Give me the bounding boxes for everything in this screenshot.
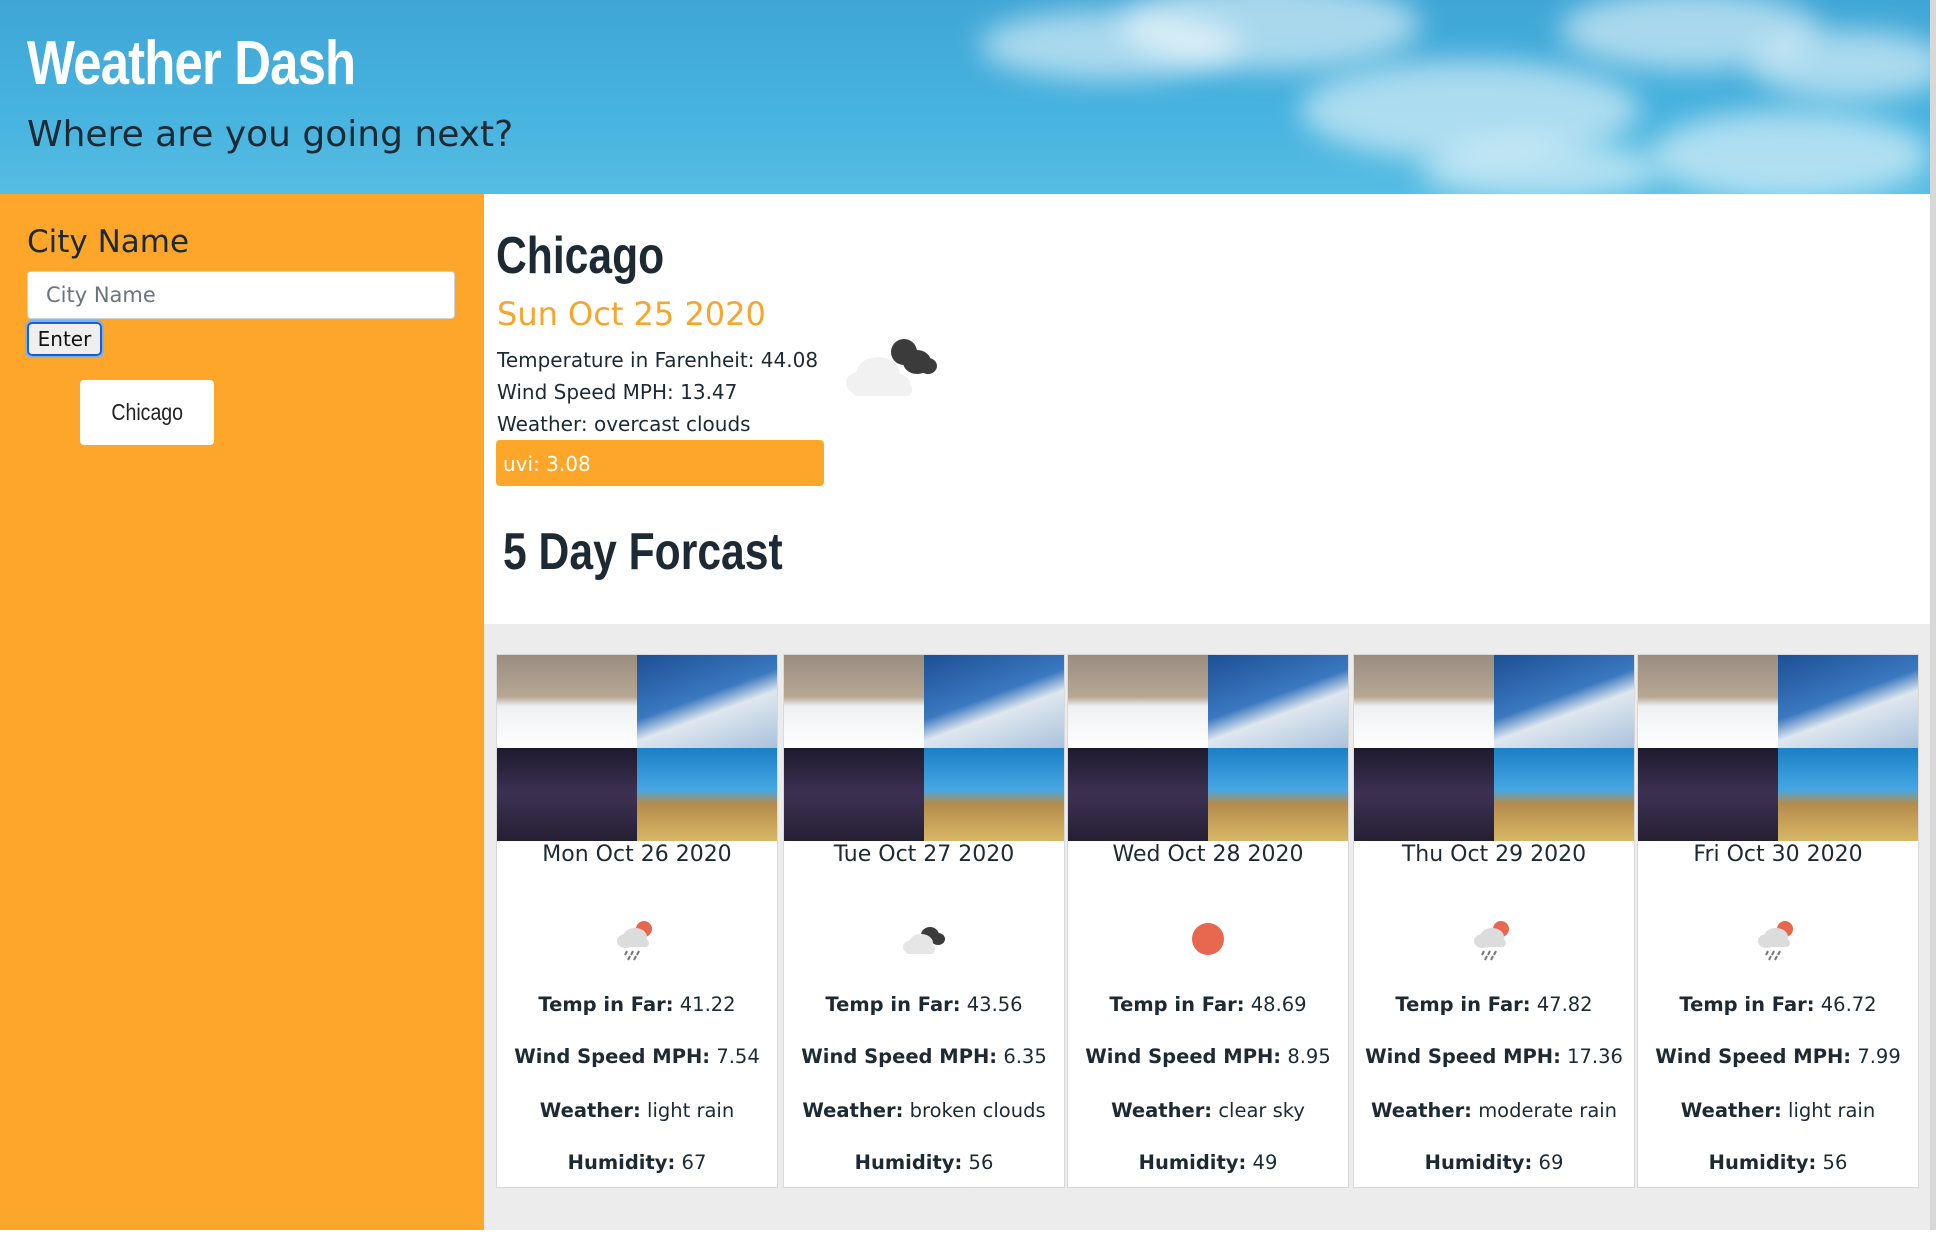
forecast-wind-value: 7.54 — [716, 1045, 760, 1068]
forecast-temp-value: 48.69 — [1250, 993, 1307, 1016]
forecast-temp-label: Temp in Far: — [825, 993, 961, 1016]
forecast-humidity-value: 56 — [1822, 1151, 1848, 1174]
forecast-humidity: Humidity: 67 — [497, 1151, 777, 1174]
forecast-temp-label: Temp in Far: — [1395, 993, 1531, 1016]
weather-collage-image — [1638, 655, 1918, 841]
forecast-humidity: Humidity: 69 — [1354, 1151, 1634, 1174]
forecast-heading: 5 Day Forcast — [503, 523, 783, 581]
forecast-humidity-label: Humidity: — [1708, 1151, 1817, 1174]
forecast-wind: Wind Speed MPH: 8.95 — [1068, 1045, 1348, 1068]
current-temperature: Temperature in Farenheit: 44.08 — [497, 348, 819, 372]
forecast-temp-label: Temp in Far: — [1679, 993, 1815, 1016]
forecast-wind: Wind Speed MPH: 7.54 — [497, 1045, 777, 1068]
app-title: Weather Dash — [27, 29, 356, 98]
forecast-card: Mon Oct 26 2020 Temp in Far: 41.22 Wind … — [496, 654, 778, 1188]
search-history-item-label: Chicago — [111, 399, 183, 425]
weather-collage-image — [1354, 655, 1634, 841]
current-weather-description: Weather: overcast clouds — [497, 412, 751, 436]
forecast-date: Tue Oct 27 2020 — [833, 842, 1015, 867]
forecast-wind: Wind Speed MPH: 7.99 — [1638, 1045, 1918, 1068]
forecast-temp-value: 41.22 — [679, 993, 736, 1016]
rain-icon — [1474, 921, 1509, 961]
current-city-title: Chicago — [496, 227, 665, 285]
forecast-temp: Temp in Far: 48.69 — [1068, 993, 1348, 1016]
current-date: Sun Oct 25 2020 — [497, 295, 766, 333]
forecast-humidity-value: 49 — [1252, 1151, 1278, 1174]
weather-collage-image — [497, 655, 777, 841]
current-wind-speed: Wind Speed MPH: 13.47 — [497, 380, 738, 404]
forecast-weather-label: Weather: — [1680, 1099, 1782, 1122]
rain-icon — [1758, 921, 1793, 961]
forecast-weather-label: Weather: — [1111, 1099, 1213, 1122]
forecast-wind-label: Wind Speed MPH: — [1085, 1045, 1282, 1068]
forecast-weather-value: moderate rain — [1478, 1099, 1618, 1122]
forecast-temp-value: 47.82 — [1536, 993, 1593, 1016]
forecast-temp: Temp in Far: 43.56 — [784, 993, 1064, 1016]
forecast-wind-value: 8.95 — [1287, 1045, 1331, 1068]
forecast-temp-label: Temp in Far: — [1109, 993, 1245, 1016]
overcast-clouds-icon — [846, 339, 937, 396]
forecast-wind-value: 17.36 — [1567, 1045, 1623, 1068]
forecast-humidity: Humidity: 49 — [1068, 1151, 1348, 1174]
uvi-badge: uvi: 3.08 — [496, 440, 824, 486]
forecast-humidity-label: Humidity: — [1424, 1151, 1533, 1174]
forecast-weather-value: clear sky — [1218, 1099, 1305, 1122]
forecast-weather: Weather: light rain — [1638, 1099, 1918, 1122]
app-subtitle: Where are you going next? — [27, 114, 514, 155]
forecast-card: Thu Oct 29 2020 Temp in Far: 47.82 Wind … — [1353, 654, 1635, 1188]
forecast-humidity-label: Humidity: — [1138, 1151, 1247, 1174]
search-history-item-chicago[interactable]: Chicago — [80, 380, 214, 445]
forecast-wind-label: Wind Speed MPH: — [801, 1045, 998, 1068]
forecast-humidity-value: 56 — [968, 1151, 994, 1174]
forecast-humidity-label: Humidity: — [567, 1151, 676, 1174]
city-name-label: City Name — [27, 224, 190, 260]
forecast-temp: Temp in Far: 47.82 — [1354, 993, 1634, 1016]
forecast-weather-value: broken clouds — [909, 1099, 1046, 1122]
forecast-humidity: Humidity: 56 — [784, 1151, 1064, 1174]
forecast-humidity-value: 69 — [1538, 1151, 1564, 1174]
forecast-temp-label: Temp in Far: — [538, 993, 674, 1016]
forecast-temp: Temp in Far: 41.22 — [497, 993, 777, 1016]
forecast-wind-label: Wind Speed MPH: — [1655, 1045, 1852, 1068]
forecast-wind: Wind Speed MPH: 17.36 — [1354, 1045, 1634, 1068]
forecast-weather-label: Weather: — [539, 1099, 641, 1122]
forecast-temp-value: 46.72 — [1820, 993, 1877, 1016]
forecast-weather: Weather: clear sky — [1068, 1099, 1348, 1122]
city-name-input[interactable] — [27, 271, 455, 319]
broken-clouds-icon — [903, 927, 945, 954]
forecast-wind-value: 6.35 — [1003, 1045, 1047, 1068]
forecast-wind-label: Wind Speed MPH: — [1365, 1045, 1561, 1068]
forecast-temp: Temp in Far: 46.72 — [1638, 993, 1918, 1016]
forecast-humidity-label: Humidity: — [854, 1151, 963, 1174]
weather-collage-image — [784, 655, 1064, 841]
weather-collage-image — [1068, 655, 1348, 841]
forecast-date: Wed Oct 28 2020 — [1112, 842, 1304, 867]
forecast-wind-value: 7.99 — [1857, 1045, 1901, 1068]
forecast-weather-value: light rain — [647, 1099, 735, 1122]
forecast-weather-value: light rain — [1788, 1099, 1876, 1122]
forecast-weather: Weather: broken clouds — [784, 1099, 1064, 1122]
forecast-card: Fri Oct 30 2020 Temp in Far: 46.72 Wind … — [1637, 654, 1919, 1188]
forecast-card: Wed Oct 28 2020 Temp in Far: 48.69 Wind … — [1067, 654, 1349, 1188]
enter-button[interactable]: Enter — [25, 320, 104, 358]
rain-icon — [617, 921, 652, 961]
header-banner: Weather Dash Where are you going next? — [0, 0, 1936, 194]
forecast-wind-label: Wind Speed MPH: — [514, 1045, 711, 1068]
forecast-weather: Weather: moderate rain — [1354, 1099, 1634, 1122]
clear-sky-icon — [1192, 923, 1224, 955]
forecast-humidity: Humidity: 56 — [1638, 1151, 1918, 1174]
forecast-temp-value: 43.56 — [966, 993, 1023, 1016]
forecast-card: Tue Oct 27 2020 Temp in Far: 43.56 Wind … — [783, 654, 1065, 1188]
window-scrollbar[interactable] — [1930, 0, 1936, 1230]
forecast-date: Fri Oct 30 2020 — [1693, 842, 1863, 867]
forecast-date: Thu Oct 29 2020 — [1401, 842, 1587, 867]
forecast-wind: Wind Speed MPH: 6.35 — [784, 1045, 1064, 1068]
forecast-humidity-value: 67 — [681, 1151, 707, 1174]
forecast-weather: Weather: light rain — [497, 1099, 777, 1122]
forecast-date: Mon Oct 26 2020 — [542, 842, 732, 867]
forecast-weather-label: Weather: — [1370, 1099, 1472, 1122]
forecast-weather-label: Weather: — [802, 1099, 904, 1122]
